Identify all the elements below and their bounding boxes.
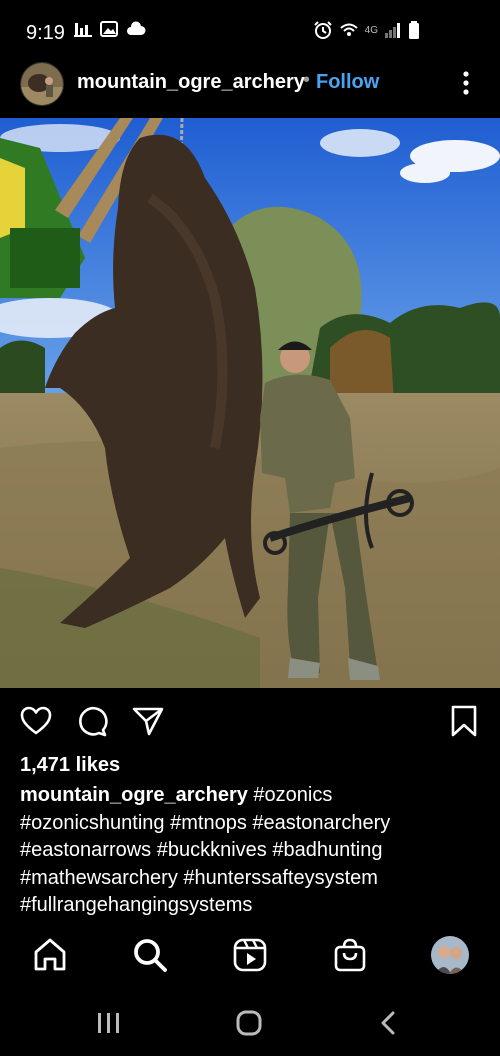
battery-icon <box>409 21 419 39</box>
caption-line[interactable]: #fullrangehangingsystems <box>20 892 480 920</box>
more-options-icon[interactable] <box>458 68 474 98</box>
status-time: 9:19 <box>26 22 65 44</box>
alarm-icon <box>313 21 332 39</box>
bookmark-icon[interactable] <box>447 704 481 738</box>
wifi-icon <box>339 23 358 36</box>
gallery-icon <box>100 21 118 37</box>
caption-line[interactable]: #eastonarrows #buckknives #badhunting <box>20 837 480 865</box>
system-navigation <box>0 992 500 1056</box>
bottom-navigation <box>0 922 500 992</box>
post-caption: mountain_ogre_archery #ozonics #ozonicsh… <box>20 782 480 920</box>
caption-line[interactable]: #mathewsarchery #hunterssafteysystem <box>20 865 480 893</box>
bar-chart-icon <box>74 23 92 37</box>
post-actions <box>0 700 500 744</box>
back-icon[interactable] <box>374 1008 404 1038</box>
home-icon[interactable] <box>31 936 69 974</box>
notification-icons <box>74 20 146 38</box>
author-avatar[interactable] <box>20 62 64 106</box>
caption-line: mountain_ogre_archery #ozonics <box>20 782 480 810</box>
separator-dot: • <box>303 69 311 91</box>
reels-icon[interactable] <box>231 936 269 974</box>
shop-icon[interactable] <box>331 936 369 974</box>
recents-icon[interactable] <box>94 1008 124 1038</box>
comment-icon[interactable] <box>75 704 109 738</box>
network-type: 4G <box>364 24 378 36</box>
post-header: mountain_ogre_archery • Follow <box>0 60 500 118</box>
likes-count[interactable]: 1,471 likes <box>20 754 120 777</box>
search-icon[interactable] <box>131 936 169 974</box>
share-icon[interactable] <box>131 704 165 738</box>
system-status-icons: 4G <box>313 20 420 40</box>
home-circle-icon[interactable] <box>234 1008 264 1038</box>
post-photo[interactable] <box>0 118 500 688</box>
heart-icon[interactable] <box>19 704 53 738</box>
profile-avatar[interactable] <box>431 936 469 974</box>
signal-icon <box>385 23 400 38</box>
caption-line[interactable]: #ozonicshunting #mtnops #eastonarchery <box>20 810 480 838</box>
caption-username[interactable]: mountain_ogre_archery <box>20 784 248 806</box>
cloud-icon <box>127 21 146 35</box>
hashtag[interactable]: #ozonics <box>253 784 332 806</box>
follow-button[interactable]: Follow <box>316 71 379 94</box>
author-username[interactable]: mountain_ogre_archery <box>77 71 305 94</box>
status-bar: 9:19 4G <box>0 0 500 60</box>
